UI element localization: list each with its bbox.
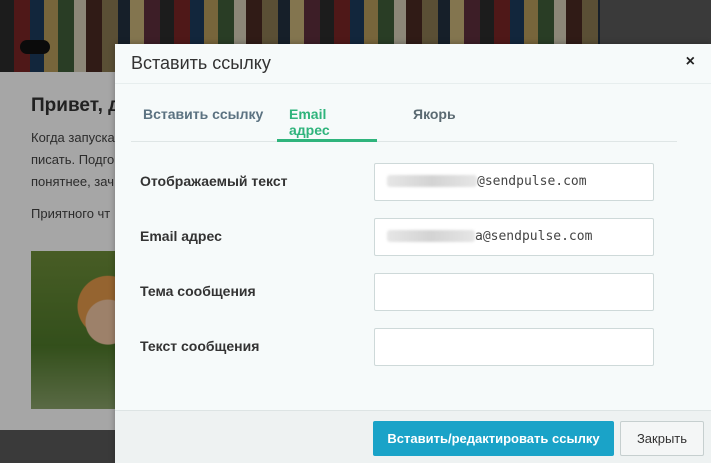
tab-anchor[interactable]: Якорь <box>401 106 468 142</box>
redacted-text <box>387 174 477 187</box>
redacted-text <box>387 229 475 242</box>
subject-input[interactable] <box>374 273 654 311</box>
display-text-input[interactable]: @sendpulse.com <box>374 163 654 201</box>
display-text-label: Отображаемый текст <box>140 173 288 189</box>
form-row-email: Email адрес a@sendpulse.com <box>140 218 654 256</box>
form-row-subject: Тема сообщения <box>140 273 654 311</box>
link-type-tabs: Вставить ссылку Email адрес Якорь <box>131 102 677 142</box>
form-row-display-text: Отображаемый текст @sendpulse.com <box>140 163 654 201</box>
tab-insert-link[interactable]: Вставить ссылку <box>131 106 275 142</box>
email-address-value: a@sendpulse.com <box>475 229 593 244</box>
tab-email-address[interactable]: Email адрес <box>277 106 377 142</box>
close-button[interactable]: Закрыть <box>620 421 704 456</box>
email-address-input[interactable]: a@sendpulse.com <box>374 218 654 256</box>
body-input[interactable] <box>374 328 654 366</box>
body-label: Текст сообщения <box>140 338 260 354</box>
dialog-title: Вставить ссылку <box>131 53 271 73</box>
email-address-label: Email адрес <box>140 228 222 244</box>
form-row-body: Текст сообщения <box>140 328 654 366</box>
dialog-footer: Вставить/редактировать ссылку Закрыть <box>115 410 711 463</box>
display-text-value: @sendpulse.com <box>477 174 587 189</box>
subject-label: Тема сообщения <box>140 283 256 299</box>
insert-link-dialog: Вставить ссылку × Вставить ссылку Email … <box>115 44 711 463</box>
dialog-header: Вставить ссылку × <box>115 44 711 84</box>
close-icon[interactable]: × <box>686 52 695 72</box>
insert-link-button[interactable]: Вставить/редактировать ссылку <box>373 421 614 456</box>
